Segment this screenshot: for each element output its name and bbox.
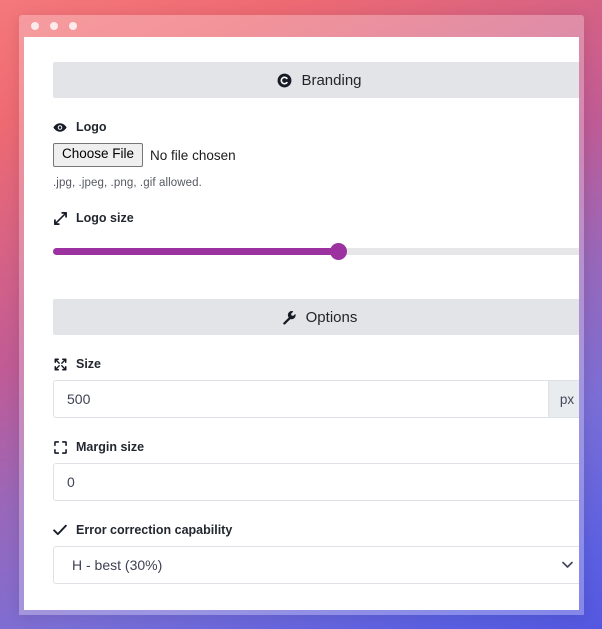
arrows-expand-icon — [53, 358, 67, 371]
error-correction-selected-value: H - best (30%) — [72, 557, 163, 573]
size-label-text: Size — [76, 357, 102, 371]
logo-file-input[interactable]: Choose File No file chosen — [53, 143, 579, 167]
branding-section-title: Branding — [301, 71, 362, 89]
size-input[interactable] — [53, 380, 548, 418]
margin-size-field: Margin size — [53, 440, 579, 501]
resize-diagonal-icon — [53, 211, 67, 225]
crop-corners-icon — [53, 440, 67, 454]
logo-field-label: Logo — [53, 120, 579, 134]
slider-thumb[interactable] — [330, 243, 348, 260]
size-unit-addon: px — [548, 380, 579, 418]
file-status-text: No file chosen — [150, 147, 236, 163]
error-correction-select-wrap: H - best (30%) — [53, 546, 579, 584]
wrench-icon — [282, 310, 297, 325]
options-section-title: Options — [305, 308, 358, 326]
qr-settings-form: Branding Logo Choose File No file chosen… — [53, 62, 579, 584]
error-correction-select[interactable]: H - best (30%) — [53, 546, 579, 584]
close-dot[interactable] — [31, 22, 39, 30]
maximize-dot[interactable] — [69, 22, 77, 30]
slider-fill — [53, 248, 339, 255]
copyright-circle-icon — [277, 73, 292, 88]
logo-size-field-label: Logo size — [53, 211, 579, 225]
logo-size-slider[interactable] — [53, 241, 579, 263]
logo-label-text: Logo — [76, 120, 107, 134]
margin-size-label-text: Margin size — [76, 440, 145, 454]
logo-help-text: .jpg, .jpeg, .png, .gif allowed. — [53, 177, 202, 189]
eye-icon — [53, 122, 67, 133]
error-correction-field: Error correction capability H - best (30… — [53, 523, 579, 584]
check-icon — [53, 524, 67, 536]
size-input-group: px — [53, 380, 579, 418]
logo-size-field: Logo size — [53, 211, 579, 263]
browser-window: Branding Logo Choose File No file chosen… — [19, 15, 584, 615]
minimize-dot[interactable] — [50, 22, 58, 30]
options-section-header: Options — [53, 299, 579, 335]
window-titlebar — [19, 15, 584, 37]
branding-section-header: Branding — [53, 62, 579, 98]
error-correction-field-label: Error correction capability — [53, 523, 579, 537]
logo-field: Logo Choose File No file chosen .jpg, .j… — [53, 120, 579, 189]
margin-size-input[interactable] — [53, 463, 579, 501]
size-field: Size px — [53, 357, 579, 418]
size-field-label: Size — [53, 357, 579, 371]
page-content: Branding Logo Choose File No file chosen… — [24, 37, 579, 610]
margin-size-field-label: Margin size — [53, 440, 579, 454]
logo-size-label-text: Logo size — [76, 211, 134, 225]
choose-file-button[interactable]: Choose File — [53, 143, 144, 167]
error-correction-label-text: Error correction capability — [76, 523, 233, 537]
